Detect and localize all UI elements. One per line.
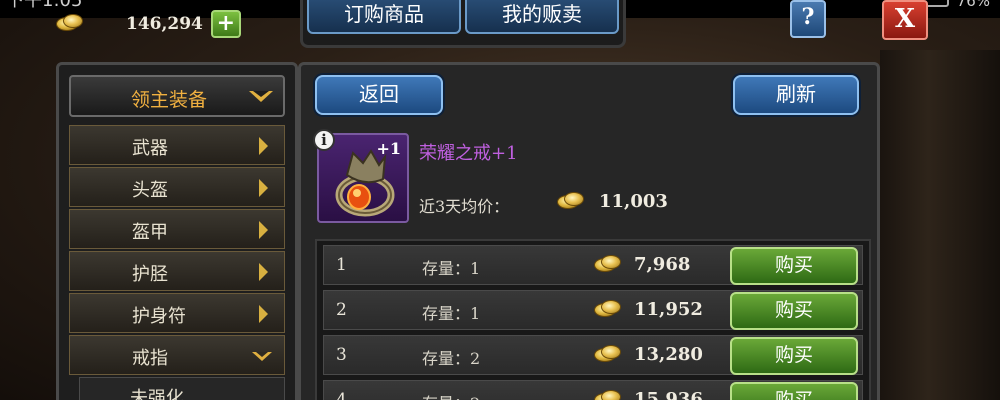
listing-stock: 存量：2 (422, 349, 481, 368)
battery-label: 76% (956, 0, 990, 10)
info-icon[interactable]: i (313, 129, 335, 151)
buy-button[interactable]: 购买 (730, 247, 858, 285)
sidebar-item-helmet[interactable]: 头盔 (69, 167, 285, 207)
sidebar-item-label: 武器 (132, 138, 168, 159)
listing-rank: 3 (336, 345, 347, 365)
help-button[interactable]: ? (790, 0, 826, 38)
gold-display: 146,294 + (56, 10, 241, 38)
chevron-right-icon (259, 305, 268, 323)
sidebar-item-armor[interactable]: 盔甲 (69, 209, 285, 249)
sidebar-item-greaves[interactable]: 护胫 (69, 251, 285, 291)
listing-price: 11,952 (594, 299, 703, 320)
background-bookshelf (880, 50, 1000, 400)
gold-coin-icon (594, 389, 621, 400)
listing-price: 15,936 (594, 389, 703, 400)
buy-button[interactable]: 购买 (730, 337, 858, 375)
sidebar-item-label: 戒指 (132, 348, 168, 369)
status-time: 下午1:05 (6, 0, 83, 11)
category-sidebar: 领主装备 武器 头盔 盔甲 护胫 护身符 戒指 未强化 (56, 62, 298, 400)
sidebar-item-label: 护胫 (132, 264, 168, 285)
sidebar-item-amulet[interactable]: 护身符 (69, 293, 285, 333)
listing-rank: 1 (336, 255, 347, 275)
listing-rank: 4 (336, 390, 347, 400)
average-price-value: 11,003 (599, 191, 668, 212)
item-name: 荣耀之戒+1 (419, 143, 518, 164)
listing-table: 1 存量：1 7,968 购买 2 存量：1 11,952 购买 3 存量：2 … (315, 239, 871, 400)
listing-stock: 存量：1 (422, 304, 481, 323)
sidebar-subitem-unenhanced[interactable]: 未强化 (79, 377, 285, 400)
listing-stock: 存量：1 (422, 259, 481, 278)
back-button[interactable]: 返回 (315, 75, 443, 115)
gold-coin-icon (594, 254, 621, 272)
category-dropdown[interactable]: 领主装备 (69, 75, 285, 117)
table-row: 3 存量：2 13,280 购买 (323, 335, 863, 375)
chevron-right-icon (259, 263, 268, 281)
sidebar-item-label: 头盔 (132, 180, 168, 201)
gold-coin-icon (594, 344, 621, 362)
gold-coin-icon (56, 14, 83, 31)
chevron-down-icon (249, 91, 273, 102)
chevron-right-icon (259, 221, 268, 239)
chevron-down-icon (252, 352, 272, 361)
listing-stock: 存量：2 (422, 390, 480, 400)
category-label: 领主装备 (131, 89, 208, 111)
chevron-right-icon (259, 179, 268, 197)
sidebar-item-label: 盔甲 (132, 222, 168, 243)
average-price: 11,003 (557, 191, 668, 212)
listing-price-value: 13,280 (634, 344, 703, 365)
tab-order-goods[interactable]: 订购商品 (307, 0, 461, 34)
gold-coin-icon (557, 191, 584, 209)
listing-price: 13,280 (594, 344, 703, 365)
sidebar-item-weapon[interactable]: 武器 (69, 125, 285, 165)
listing-price-value: 11,952 (634, 299, 703, 320)
gold-coin-icon (594, 299, 621, 317)
listing-panel: 返回 刷新 i +1 荣耀之戒+1 近3天均价： 11,003 1 存量：1 7… (298, 62, 880, 400)
enhance-badge: +1 (376, 139, 401, 158)
sidebar-subitem-label: 未强化 (130, 388, 184, 400)
tab-my-sales[interactable]: 我的贩卖 (465, 0, 619, 34)
listing-price: 7,968 (594, 254, 690, 275)
buy-button[interactable]: 购买 (730, 292, 858, 330)
table-row: 2 存量：1 11,952 购买 (323, 290, 863, 330)
chevron-right-icon (259, 137, 268, 155)
average-price-label: 近3天均价： (419, 197, 510, 216)
add-gold-button[interactable]: + (210, 10, 241, 38)
listing-rank: 2 (336, 300, 347, 320)
listing-price-value: 7,968 (634, 254, 691, 275)
buy-button[interactable]: 购买 (730, 382, 858, 400)
table-row: 4 存量：2 15,936 购买 (323, 380, 863, 400)
close-button[interactable]: X (882, 0, 928, 40)
refresh-button[interactable]: 刷新 (733, 75, 859, 115)
gold-amount: 146,294 (126, 14, 203, 34)
top-tab-bar: 订购商品 我的贩卖 (300, 0, 626, 48)
item-summary: i +1 荣耀之戒+1 近3天均价： 11,003 (301, 127, 877, 227)
table-row: 1 存量：1 7,968 购买 (323, 245, 863, 285)
sidebar-item-label: 护身符 (132, 306, 186, 327)
sidebar-item-ring[interactable]: 戒指 (69, 335, 285, 375)
listing-price-value: 15,936 (634, 389, 703, 400)
